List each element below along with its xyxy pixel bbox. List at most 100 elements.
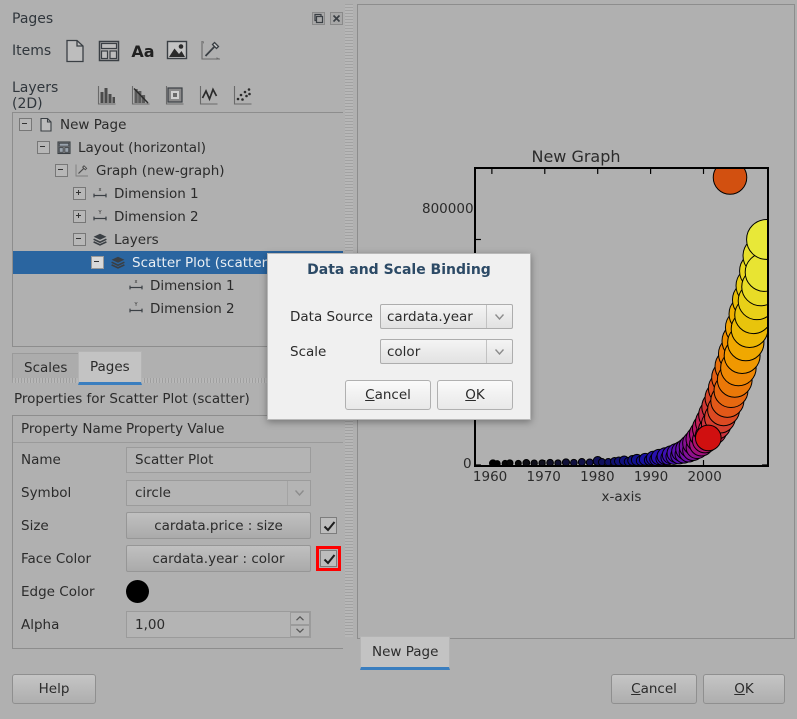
tree-item-label: Layers bbox=[114, 232, 159, 248]
tree-item[interactable]: Graph (new-graph) bbox=[13, 159, 343, 182]
stepper-buttons[interactable] bbox=[290, 612, 310, 637]
scale-value: color bbox=[387, 344, 420, 360]
symbol-value: circle bbox=[135, 485, 171, 501]
x-axis-icon: x bbox=[127, 278, 145, 294]
tree-expander-minus[interactable] bbox=[91, 256, 104, 269]
property-value: cardata.year : color bbox=[126, 545, 337, 572]
x-axis-title: x-axis bbox=[474, 489, 769, 505]
property-row: Edge Color bbox=[13, 575, 343, 608]
tree-item[interactable]: New Page bbox=[13, 113, 343, 136]
layers-icon bbox=[91, 232, 109, 248]
items-toolbar: Items Aa bbox=[12, 36, 228, 66]
tree-expander-plus[interactable] bbox=[73, 187, 86, 200]
x-tick-label: 1980 bbox=[580, 469, 614, 485]
layout-icon bbox=[55, 140, 73, 156]
svg-text:x: x bbox=[135, 279, 138, 285]
graph-title: New Graph bbox=[360, 147, 792, 166]
property-name-header: Property Name bbox=[21, 421, 126, 437]
property-name: Name bbox=[21, 452, 126, 468]
image-plot-icon[interactable] bbox=[158, 81, 192, 111]
tree-expander-minus[interactable] bbox=[55, 164, 68, 177]
line-plot-icon[interactable] bbox=[192, 81, 226, 111]
property-value bbox=[126, 580, 149, 603]
dock-buttons bbox=[312, 12, 343, 25]
svg-text:x: x bbox=[99, 187, 102, 193]
data-source-value: cardata.year bbox=[387, 309, 473, 325]
symbol-select[interactable]: circle bbox=[126, 480, 311, 506]
data-source-label: Data Source bbox=[290, 309, 380, 325]
help-button[interactable]: Help bbox=[12, 674, 96, 704]
tree-item-label: Layout (horizontal) bbox=[78, 140, 206, 156]
name-input[interactable]: Scatter Plot bbox=[126, 447, 311, 473]
stepper-down-icon[interactable] bbox=[290, 625, 310, 638]
property-name: Symbol bbox=[21, 485, 126, 501]
scale-select[interactable]: color bbox=[380, 339, 513, 364]
property-value: circle bbox=[126, 480, 311, 506]
alpha-stepper[interactable]: 1,00 bbox=[126, 611, 311, 638]
tree-item-label: New Page bbox=[60, 117, 126, 133]
text-icon[interactable]: Aa bbox=[126, 36, 160, 66]
tree-item-label: Dimension 2 bbox=[114, 209, 199, 225]
property-row: Alpha1,00 bbox=[13, 608, 343, 641]
close-icon[interactable] bbox=[330, 12, 343, 25]
svg-text:Y: Y bbox=[133, 302, 138, 308]
size-binding-button[interactable]: cardata.price : size bbox=[126, 512, 311, 539]
tree-item[interactable]: Layers bbox=[13, 228, 343, 251]
tree-expander-minus[interactable] bbox=[73, 233, 86, 246]
scale-row: Scale color bbox=[290, 339, 513, 364]
face-color-binding-button[interactable]: cardata.year : color bbox=[126, 545, 311, 572]
y-tick-label-top: 800000 bbox=[422, 201, 474, 217]
x-axis-icon: x bbox=[91, 186, 109, 202]
tree-item-label: Graph (new-graph) bbox=[96, 163, 225, 179]
stepper-up-icon[interactable] bbox=[290, 612, 310, 625]
property-name: Size bbox=[21, 518, 126, 534]
page-tab-new-page[interactable]: New Page bbox=[360, 636, 450, 670]
tree-item-label: Dimension 2 bbox=[150, 301, 235, 317]
chevron-down-icon bbox=[486, 305, 512, 328]
graph-icon[interactable] bbox=[194, 36, 228, 66]
property-row: Symbol circle bbox=[13, 476, 343, 509]
size-checkbox[interactable] bbox=[320, 517, 337, 534]
property-name: Edge Color bbox=[21, 584, 126, 600]
panel-title: Pages bbox=[12, 11, 53, 27]
graph-icon bbox=[73, 163, 91, 179]
application-window: Pages Items Aa bbox=[0, 0, 797, 719]
dialog-title: Data and Scale Binding bbox=[268, 262, 530, 278]
y-tick-label-bottom: 0 bbox=[463, 456, 472, 472]
property-value: cardata.price : size bbox=[126, 512, 337, 539]
histogram-icon[interactable] bbox=[124, 81, 158, 111]
page-icon[interactable] bbox=[58, 36, 92, 66]
tab-pages[interactable]: Pages bbox=[78, 351, 142, 385]
properties-table: Property Name Property Value NameScatter… bbox=[12, 415, 343, 649]
property-name: Face Color bbox=[21, 551, 126, 567]
property-row: Sizecardata.price : size bbox=[13, 509, 343, 542]
data-source-row: Data Source cardata.year bbox=[290, 304, 513, 329]
edge-color-swatch[interactable] bbox=[126, 580, 149, 603]
property-row: Face Colorcardata.year : color bbox=[13, 542, 343, 575]
alpha-input[interactable]: 1,00 bbox=[126, 611, 311, 638]
property-value-header: Property Value bbox=[126, 421, 225, 437]
tree-expander-minus[interactable] bbox=[37, 141, 50, 154]
cancel-button[interactable]: Cancel bbox=[611, 674, 697, 704]
scatter-plot-icon[interactable] bbox=[226, 81, 260, 111]
data-source-select[interactable]: cardata.year bbox=[380, 304, 513, 329]
dialog-ok-button[interactable]: OK bbox=[437, 380, 513, 410]
page-icon bbox=[37, 117, 55, 133]
tree-expander-minus[interactable] bbox=[19, 118, 32, 131]
tree-item-label: Dimension 1 bbox=[114, 186, 199, 202]
layout-icon[interactable] bbox=[92, 36, 126, 66]
ok-button[interactable]: OK bbox=[703, 674, 785, 704]
x-tick-label: 1970 bbox=[527, 469, 561, 485]
face-color-checkbox[interactable] bbox=[320, 550, 337, 567]
data-scale-binding-dialog: Data and Scale Binding Data Source carda… bbox=[267, 253, 531, 420]
items-toolbar-label: Items bbox=[12, 43, 58, 59]
image-icon[interactable] bbox=[160, 36, 194, 66]
tree-item[interactable]: YDimension 2 bbox=[13, 205, 343, 228]
tree-expander-plus[interactable] bbox=[73, 210, 86, 223]
tree-item[interactable]: x Dimension 1 bbox=[13, 182, 343, 205]
layers-toolbar-label: Layers (2D) bbox=[12, 80, 90, 112]
float-icon[interactable] bbox=[312, 12, 325, 25]
bar-chart-icon[interactable] bbox=[90, 81, 124, 111]
dialog-cancel-button[interactable]: Cancel bbox=[345, 380, 431, 410]
tree-item[interactable]: Layout (horizontal) bbox=[13, 136, 343, 159]
